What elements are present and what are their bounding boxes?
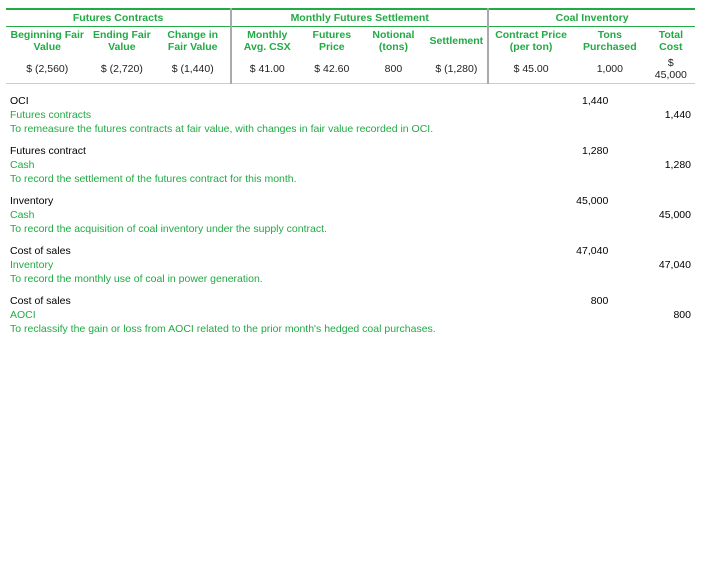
debit-amount — [530, 158, 613, 172]
description-text: To reclassify the gain or loss from AOCI… — [6, 322, 695, 336]
cell-ending-fv: $ (2,720) — [88, 55, 155, 84]
section-coal-inventory: Coal Inventory — [488, 9, 695, 27]
journal-row: Futures contract1,280 — [6, 144, 695, 158]
journal-row: Inventory45,000 — [6, 194, 695, 208]
section-monthly-futures: Monthly Futures Settlement — [231, 9, 488, 27]
col-header-contract-price: Contract Price (per ton) — [488, 27, 573, 56]
account-main-label: Cost of sales — [6, 244, 530, 258]
debit-amount: 47,040 — [530, 244, 613, 258]
cell-change-fv: $ (1,440) — [155, 55, 231, 84]
credit-amount: 45,000 — [612, 208, 695, 222]
debit-amount: 1,280 — [530, 144, 613, 158]
col-header-notional: Notional (tons) — [361, 27, 425, 56]
debit-amount — [530, 308, 613, 322]
account-sub-label: Cash — [6, 158, 530, 172]
credit-amount — [612, 244, 695, 258]
journal-row: OCI1,440 — [6, 94, 695, 108]
cell-contract-price: $ 45.00 — [488, 55, 573, 84]
journal-row: Cash 45,000 — [6, 208, 695, 222]
group-separator — [6, 186, 695, 194]
col-header-ending-fv: Ending Fair Value — [88, 27, 155, 56]
debit-amount: 45,000 — [530, 194, 613, 208]
cell-notional: 800 — [361, 55, 425, 84]
reference-table: Futures Contracts Monthly Futures Settle… — [6, 8, 695, 84]
debit-amount — [530, 258, 613, 272]
journal-row: Cost of sales800 — [6, 294, 695, 308]
credit-amount — [612, 294, 695, 308]
col-header-settlement: Settlement — [425, 27, 488, 56]
col-header-monthly-avg: Monthly Avg. CSX — [231, 27, 302, 56]
description-text: To remeasure the futures contracts at fa… — [6, 122, 695, 136]
col-header-tons-purchased: Tons Purchased — [573, 27, 647, 56]
debit-amount: 800 — [530, 294, 613, 308]
journal-row: Cash 1,280 — [6, 158, 695, 172]
credit-amount: 1,280 — [612, 158, 695, 172]
account-main-label: Futures contract — [6, 144, 530, 158]
cell-total-cost: $ 45,000 — [647, 55, 695, 84]
group-separator — [6, 236, 695, 244]
journal-description: To record the monthly use of coal in pow… — [6, 272, 695, 286]
section-futures-contracts: Futures Contracts — [6, 9, 231, 27]
col-header-total-cost: Total Cost — [647, 27, 695, 56]
group-separator — [6, 286, 695, 294]
journal-row: Inventory 47,040 — [6, 258, 695, 272]
debit-amount — [530, 108, 613, 122]
journal-description: To remeasure the futures contracts at fa… — [6, 122, 695, 136]
credit-amount: 800 — [612, 308, 695, 322]
cell-beginning-fv: $ (2,560) — [6, 55, 88, 84]
journal-row: AOCI 800 — [6, 308, 695, 322]
account-main-label: Inventory — [6, 194, 530, 208]
account-sub-label: Futures contracts — [6, 108, 530, 122]
debit-amount — [530, 208, 613, 222]
group-separator — [6, 136, 695, 144]
journal-description: To record the acquisition of coal invent… — [6, 222, 695, 236]
account-sub-label: AOCI — [6, 308, 530, 322]
col-header-futures-price: Futures Price — [302, 27, 361, 56]
cell-monthly-avg: $ 41.00 — [231, 55, 302, 84]
main-container: Futures Contracts Monthly Futures Settle… — [0, 0, 701, 344]
journal-description: To reclassify the gain or loss from AOCI… — [6, 322, 695, 336]
credit-amount — [612, 194, 695, 208]
journal-entries-table: OCI1,440Futures contracts1,440To remeasu… — [6, 94, 695, 336]
description-text: To record the settlement of the futures … — [6, 172, 695, 186]
cell-futures-price: $ 42.60 — [302, 55, 361, 84]
col-header-change-fv: Change in Fair Value — [155, 27, 231, 56]
credit-amount — [612, 94, 695, 108]
account-main-label: Cost of sales — [6, 294, 530, 308]
journal-row: Cost of sales47,040 — [6, 244, 695, 258]
account-main-label: OCI — [6, 94, 530, 108]
col-header-beginning-fv: Beginning Fair Value — [6, 27, 88, 56]
journal-description: To record the settlement of the futures … — [6, 172, 695, 186]
credit-amount — [612, 144, 695, 158]
journal-row: Futures contracts 1,440 — [6, 108, 695, 122]
credit-amount: 47,040 — [612, 258, 695, 272]
account-sub-label: Cash — [6, 208, 530, 222]
description-text: To record the monthly use of coal in pow… — [6, 272, 695, 286]
credit-amount: 1,440 — [612, 108, 695, 122]
debit-amount: 1,440 — [530, 94, 613, 108]
reference-data-row: $ (2,560) $ (2,720) $ (1,440) $ 41.00 $ … — [6, 55, 695, 84]
cell-settlement: $ (1,280) — [425, 55, 488, 84]
account-sub-label: Inventory — [6, 258, 530, 272]
cell-tons-purchased: 1,000 — [573, 55, 647, 84]
description-text: To record the acquisition of coal invent… — [6, 222, 695, 236]
